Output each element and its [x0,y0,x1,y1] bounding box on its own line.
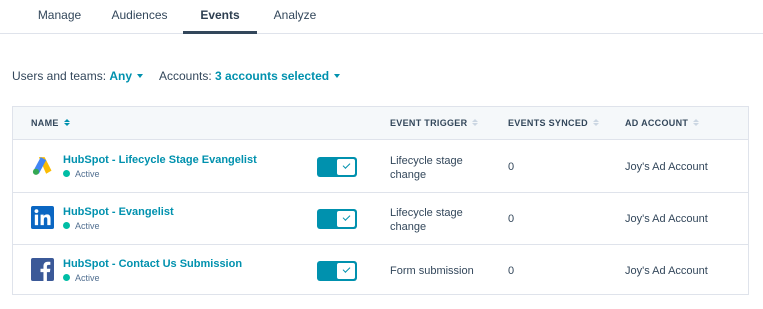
ad-account-cell: Joy's Ad Account [625,213,708,225]
status-label: Active [75,169,100,179]
events-synced-cell: 0 [508,161,515,173]
event-name-link[interactable]: HubSpot - Evangelist [63,206,174,218]
table-row: HubSpot - Evangelist Active Lifecycle st… [13,193,748,245]
column-header-ad-account[interactable]: AD ACCOUNT [625,107,700,140]
status-label: Active [75,273,100,283]
column-header-event-trigger[interactable]: EVENT TRIGGER [390,107,479,140]
event-name-link[interactable]: HubSpot - Lifecycle Stage Evangelist [63,154,257,166]
column-header-label: EVENTS SYNCED [508,118,588,128]
check-icon [342,213,351,221]
status-badge: Active [63,273,100,283]
event-trigger-cell: Form submission [390,265,474,277]
events-table: NAME EVENT TRIGGER EVENTS SYNCED AD ACCO… [12,106,749,295]
sort-icon[interactable] [693,119,700,127]
accounts-filter-value[interactable]: 3 accounts selected [215,69,329,83]
column-header-label: EVENT TRIGGER [390,118,468,128]
tab-bar: Manage Audiences Events Analyze [0,0,763,34]
events-synced-cell: 0 [508,265,515,277]
events-synced-cell: 0 [508,213,515,225]
event-name-link[interactable]: HubSpot - Contact Us Submission [63,258,242,270]
status-dot-icon [63,274,70,282]
status-badge: Active [63,221,100,231]
sort-icon[interactable] [63,119,70,127]
column-header-events-synced[interactable]: EVENTS SYNCED [508,107,599,140]
table-header: NAME EVENT TRIGGER EVENTS SYNCED AD ACCO… [13,107,748,140]
status-dot-icon [63,170,70,178]
tab-events[interactable]: Events [183,0,257,34]
sort-icon[interactable] [592,119,599,127]
table-row: HubSpot - Contact Us Submission Active F… [13,245,748,297]
caret-down-icon[interactable] [334,73,341,78]
accounts-filter-label: Accounts: [159,69,212,83]
sync-toggle[interactable] [317,209,357,229]
check-icon [342,161,351,169]
column-header-label: NAME [31,118,59,128]
sync-toggle[interactable] [317,157,357,177]
users-teams-filter-label: Users and teams: [12,69,107,83]
event-trigger-cell: Lifecycle stage change [390,207,463,233]
check-icon [342,265,351,273]
linkedin-icon [31,206,54,229]
tab-analyze[interactable]: Analyze [262,0,328,33]
facebook-icon [31,258,54,281]
tab-manage[interactable]: Manage [18,0,101,33]
status-dot-icon [63,222,70,230]
google-ads-icon [32,157,52,175]
column-header-label: AD ACCOUNT [625,118,689,128]
users-teams-filter[interactable]: Users and teams: Any [12,69,144,83]
accounts-filter[interactable]: Accounts: 3 accounts selected [159,69,341,83]
tab-audiences[interactable]: Audiences [101,0,178,33]
users-teams-filter-value[interactable]: Any [109,69,132,83]
ad-account-cell: Joy's Ad Account [625,161,708,173]
status-badge: Active [63,169,100,179]
column-header-name[interactable]: NAME [31,107,70,140]
sort-icon[interactable] [472,119,479,127]
table-row: HubSpot - Lifecycle Stage Evangelist Act… [13,141,748,193]
caret-down-icon[interactable] [137,73,144,78]
status-label: Active [75,221,100,231]
event-trigger-cell: Lifecycle stage change [390,155,463,181]
ad-account-cell: Joy's Ad Account [625,265,708,277]
sync-toggle[interactable] [317,261,357,281]
